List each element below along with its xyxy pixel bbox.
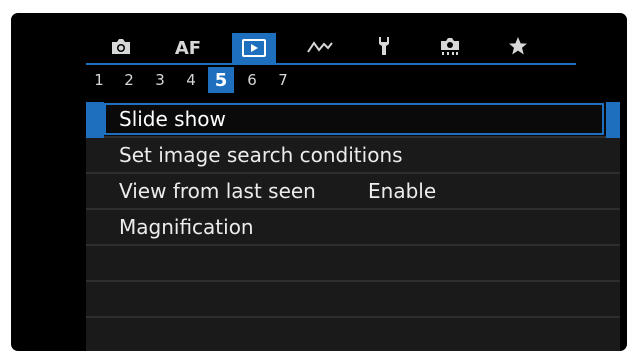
page-1[interactable]: 1 <box>86 68 112 92</box>
menu-item-magnification[interactable]: Magnification <box>86 210 620 246</box>
page-6[interactable]: 6 <box>239 68 265 92</box>
tab-setup[interactable] <box>362 33 406 63</box>
tab-playback[interactable] <box>232 33 276 63</box>
menu-item-empty <box>86 246 620 282</box>
menu-item-view-from-last-seen[interactable]: View from last seen Enable <box>86 174 620 210</box>
selection-bar-left <box>86 102 104 138</box>
menu-item-slide-show[interactable]: Slide show <box>86 102 620 138</box>
menu-item-label: Magnification <box>119 215 254 239</box>
tab-underline <box>86 63 576 65</box>
page-7[interactable]: 7 <box>270 68 296 92</box>
menu-list: Slide show Set image search conditions V… <box>86 102 620 351</box>
camera-menu-screen: AF 1 2 3 4 5 6 7 Slide show Set image se… <box>11 13 627 351</box>
camera-icon <box>110 37 132 59</box>
tab-shooting[interactable] <box>99 33 143 63</box>
menu-item-set-image-search-conditions[interactable]: Set image search conditions <box>86 138 620 174</box>
page-5[interactable]: 5 <box>208 67 234 93</box>
tab-custom-functions[interactable] <box>298 33 342 63</box>
play-icon <box>242 39 266 57</box>
menu-item-empty <box>86 282 620 318</box>
tab-my-menu[interactable] <box>496 33 540 63</box>
menu-item-label: Slide show <box>119 107 226 131</box>
tab-af[interactable]: AF <box>166 33 210 63</box>
page-4[interactable]: 4 <box>178 68 204 92</box>
tab-af-label: AF <box>174 37 202 59</box>
star-icon <box>508 36 528 60</box>
menu-item-label: Set image search conditions <box>119 143 403 167</box>
page-2[interactable]: 2 <box>116 68 142 92</box>
menu-item-empty <box>86 318 620 351</box>
page-3[interactable]: 3 <box>147 68 173 92</box>
selection-bar-right <box>606 102 620 138</box>
wrench-icon <box>376 36 392 60</box>
wave-icon <box>307 39 333 58</box>
menu-item-value: Enable <box>368 179 437 203</box>
menu-tab-bar: AF <box>86 33 576 63</box>
camera-settings-icon <box>439 36 461 60</box>
tab-function-settings[interactable] <box>428 33 472 63</box>
menu-item-label: View from last seen <box>119 179 316 203</box>
